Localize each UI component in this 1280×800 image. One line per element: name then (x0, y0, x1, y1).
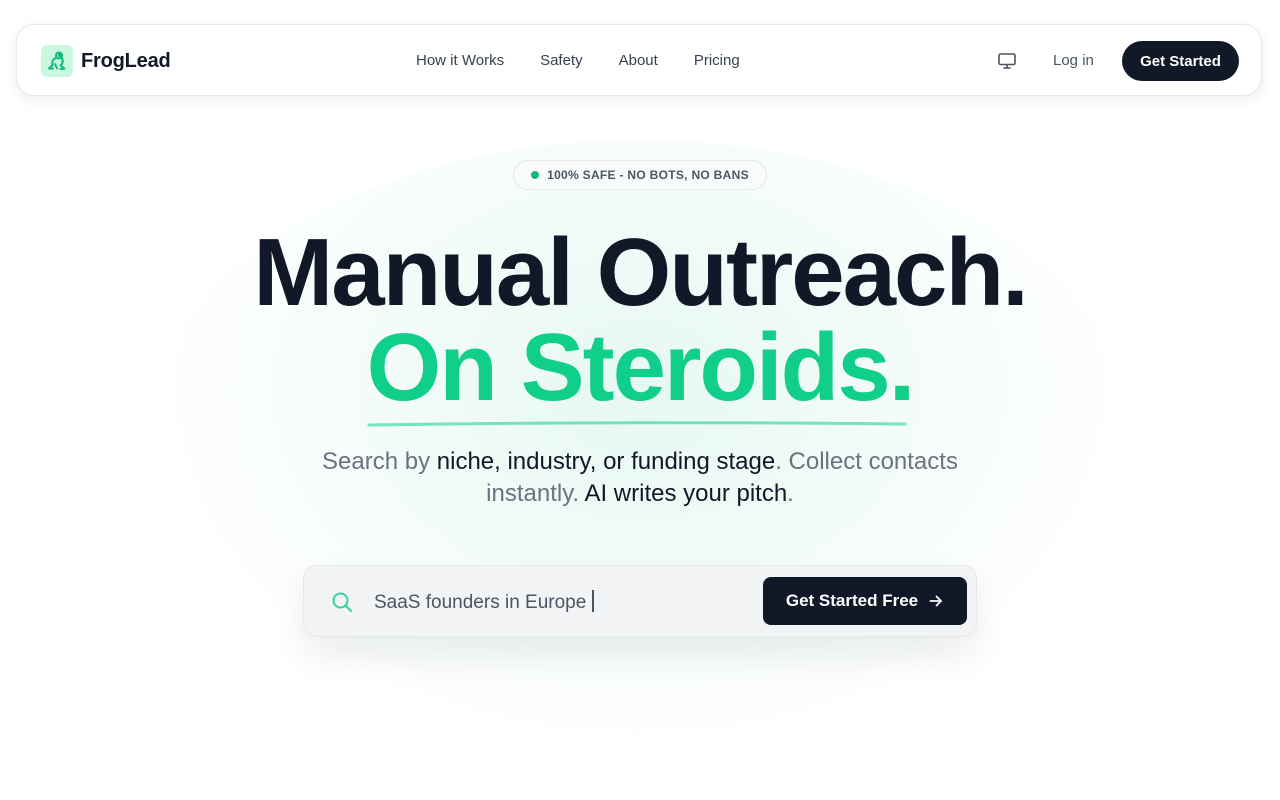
hero-subtitle: Search by niche, industry, or funding st… (280, 446, 1000, 510)
hero-headline: Manual Outreach. (253, 219, 1029, 326)
text-caret (592, 590, 594, 612)
status-dot (531, 171, 540, 179)
hero-accent-headline: On Steroids. (366, 313, 916, 427)
subtitle-highlight-ai: AI writes your pitch (584, 480, 788, 507)
top-navbar: FrogLead How it Works Safety About Prici… (16, 24, 1262, 96)
nav-link-about[interactable]: About (619, 52, 658, 69)
accent-underline (367, 421, 907, 427)
safety-badge: 100% SAFE - NO BOTS, NO BANS (513, 160, 767, 190)
get-started-free-label: Get Started Free (785, 591, 919, 610)
nav-link-how-it-works[interactable]: How it Works (416, 52, 504, 69)
subtitle-highlight-search: niche, industry, or funding stage (436, 448, 776, 475)
get-started-button[interactable]: Get Started (1122, 41, 1239, 81)
nav-link-pricing[interactable]: Pricing (694, 52, 740, 69)
search-icon (330, 590, 354, 614)
search-bar: Get Started Free (303, 565, 977, 637)
get-started-free-button[interactable]: Get Started Free (763, 577, 967, 625)
brand-link[interactable]: FrogLead (41, 45, 171, 77)
nav-link-safety[interactable]: Safety (540, 52, 583, 69)
subtitle-text: . (787, 480, 794, 507)
main-nav: How it Works Safety About Pricing (416, 52, 740, 69)
monitor-icon[interactable] (995, 50, 1019, 72)
search-input[interactable] (372, 584, 756, 622)
badge-text: 100% SAFE - NO BOTS, NO BANS (547, 168, 749, 182)
hero-accent-text: On Steroids. (366, 314, 916, 421)
brand-name: FrogLead (81, 49, 171, 72)
login-link[interactable]: Log in (1053, 52, 1094, 69)
subtitle-text: Search by (322, 448, 437, 475)
hero-accent-wrap: On Steroids. (0, 313, 1280, 427)
arrow-right-icon (929, 595, 943, 607)
frog-icon (41, 45, 73, 77)
